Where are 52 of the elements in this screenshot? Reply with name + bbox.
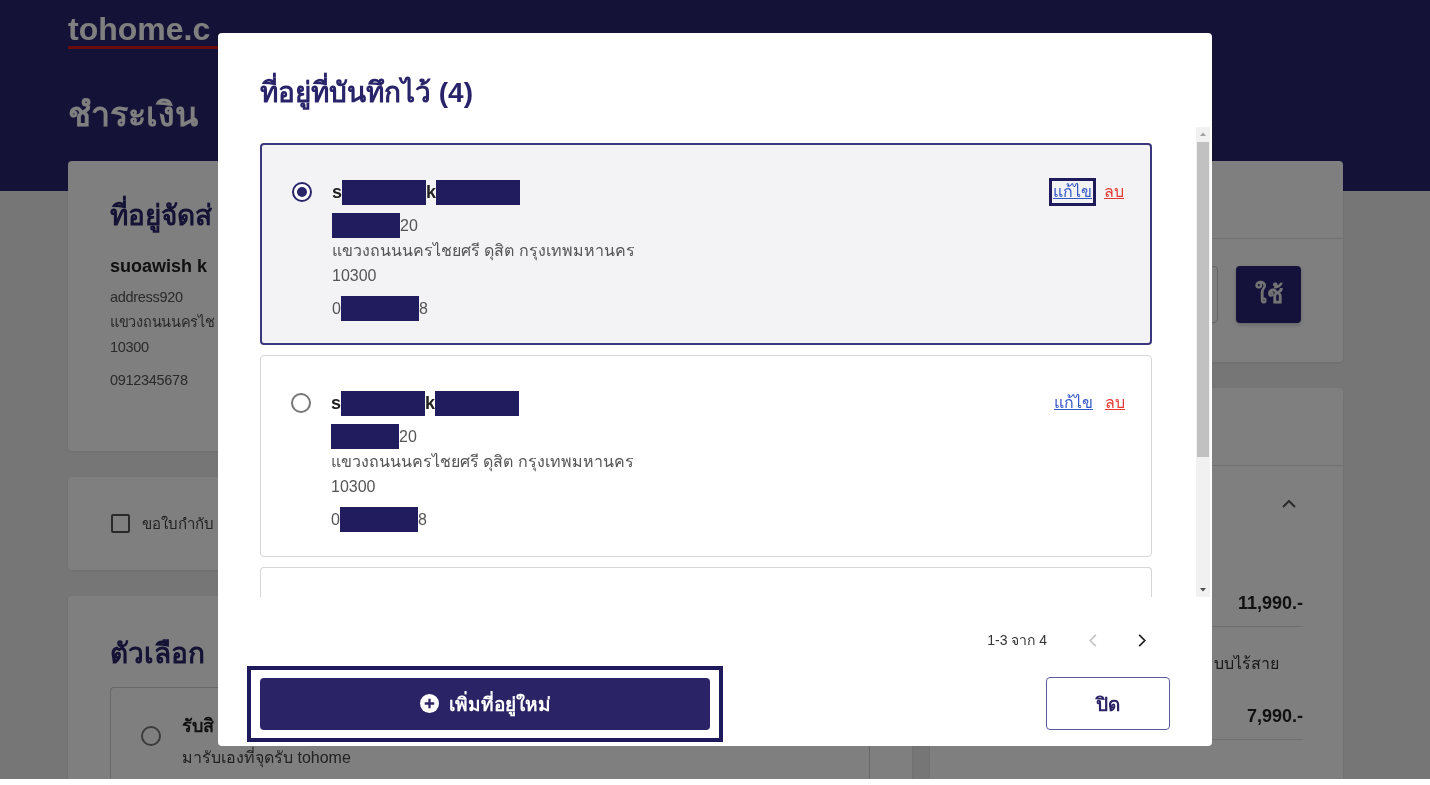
card-title: ตัวเลือก bbox=[110, 637, 205, 671]
phone-text: 8 bbox=[417, 510, 427, 530]
card-title: ที่อยู่จัดส่ bbox=[110, 196, 212, 236]
phone-text: 0 bbox=[332, 299, 341, 319]
item-price: 7,990.- bbox=[1246, 705, 1303, 728]
phone-text: 0 bbox=[331, 510, 340, 530]
name-text: s bbox=[331, 391, 341, 415]
address-text: 10300 bbox=[110, 338, 149, 357]
delete-link[interactable]: ลบ bbox=[1101, 389, 1129, 417]
delete-link[interactable]: ลบ bbox=[1100, 178, 1128, 206]
recipient-name: suoawish k bbox=[110, 255, 208, 278]
product-name: บบไร้สาย bbox=[1214, 654, 1279, 674]
site-logo[interactable]: tohome.c bbox=[68, 12, 218, 49]
address-text: 20 bbox=[399, 427, 417, 447]
option-title: รับสิ bbox=[182, 715, 214, 738]
address-card[interactable]: s k 20 แขวงถนนนครไชยศรี ดุสิต กรุงเทพมหานคร 10300 0 8 แก้ไข ลบ bbox=[260, 143, 1152, 345]
address-card[interactable]: s k 20 แขวงถนนนครไชยศรี ดุสิต กรุงเทพมหานคร 10300 0 8 แก้ไข ลบ bbox=[260, 355, 1152, 557]
plus-circle-icon bbox=[419, 694, 439, 713]
radio-button[interactable] bbox=[141, 726, 161, 746]
redaction-bar bbox=[331, 424, 399, 449]
redaction-bar bbox=[332, 213, 400, 238]
chevron-right-icon bbox=[1138, 633, 1146, 647]
edit-link[interactable]: แก้ไข bbox=[1049, 178, 1096, 206]
scrollbar[interactable] bbox=[1196, 127, 1210, 597]
address-text: 10300 bbox=[332, 266, 377, 286]
option-description: มารับเองที่จุดรับ tohome bbox=[182, 746, 351, 770]
chevron-left-icon bbox=[1089, 633, 1097, 647]
scrollbar-thumb[interactable] bbox=[1197, 142, 1209, 457]
edit-link[interactable]: แก้ไข bbox=[1050, 389, 1097, 417]
address-text: address920 bbox=[110, 288, 183, 307]
phone-text: 8 bbox=[418, 299, 428, 319]
name-text: s bbox=[332, 180, 342, 204]
dialog-title: ที่อยู่ที่บันทึกไว้ (4) bbox=[260, 73, 473, 113]
checkbox-label: ขอใบกำกับ bbox=[142, 513, 214, 534]
radio-button[interactable] bbox=[291, 393, 311, 413]
address-text: แขวงถนนนครไชยศรี ดุสิต กรุงเทพมหานคร bbox=[331, 452, 634, 474]
close-button[interactable]: ปิด bbox=[1046, 677, 1170, 730]
page-title: ชำระเงิน bbox=[68, 94, 198, 135]
radio-button[interactable] bbox=[292, 182, 312, 202]
page-range: 1-3 จาก 4 bbox=[987, 631, 1047, 650]
chevron-up-icon[interactable] bbox=[1282, 500, 1296, 508]
add-address-button[interactable]: เพิ่มที่อยู่ใหม่ bbox=[260, 677, 710, 730]
apply-button[interactable]: ใช้ bbox=[1236, 266, 1301, 323]
item-price: 11,990.- bbox=[1237, 592, 1303, 615]
address-text: แขวงถนนนครไชยศรี ดุสิต กรุงเทพมหานคร bbox=[332, 241, 635, 263]
address-text: 10300 bbox=[331, 477, 376, 497]
address-text: 20 bbox=[400, 216, 418, 236]
address-text: แขวงถนนนครไช bbox=[110, 313, 215, 332]
phone-text: 0912345678 bbox=[110, 371, 188, 390]
name-text: k bbox=[426, 180, 437, 204]
checkbox[interactable] bbox=[111, 514, 130, 533]
name-text: k bbox=[425, 391, 436, 415]
